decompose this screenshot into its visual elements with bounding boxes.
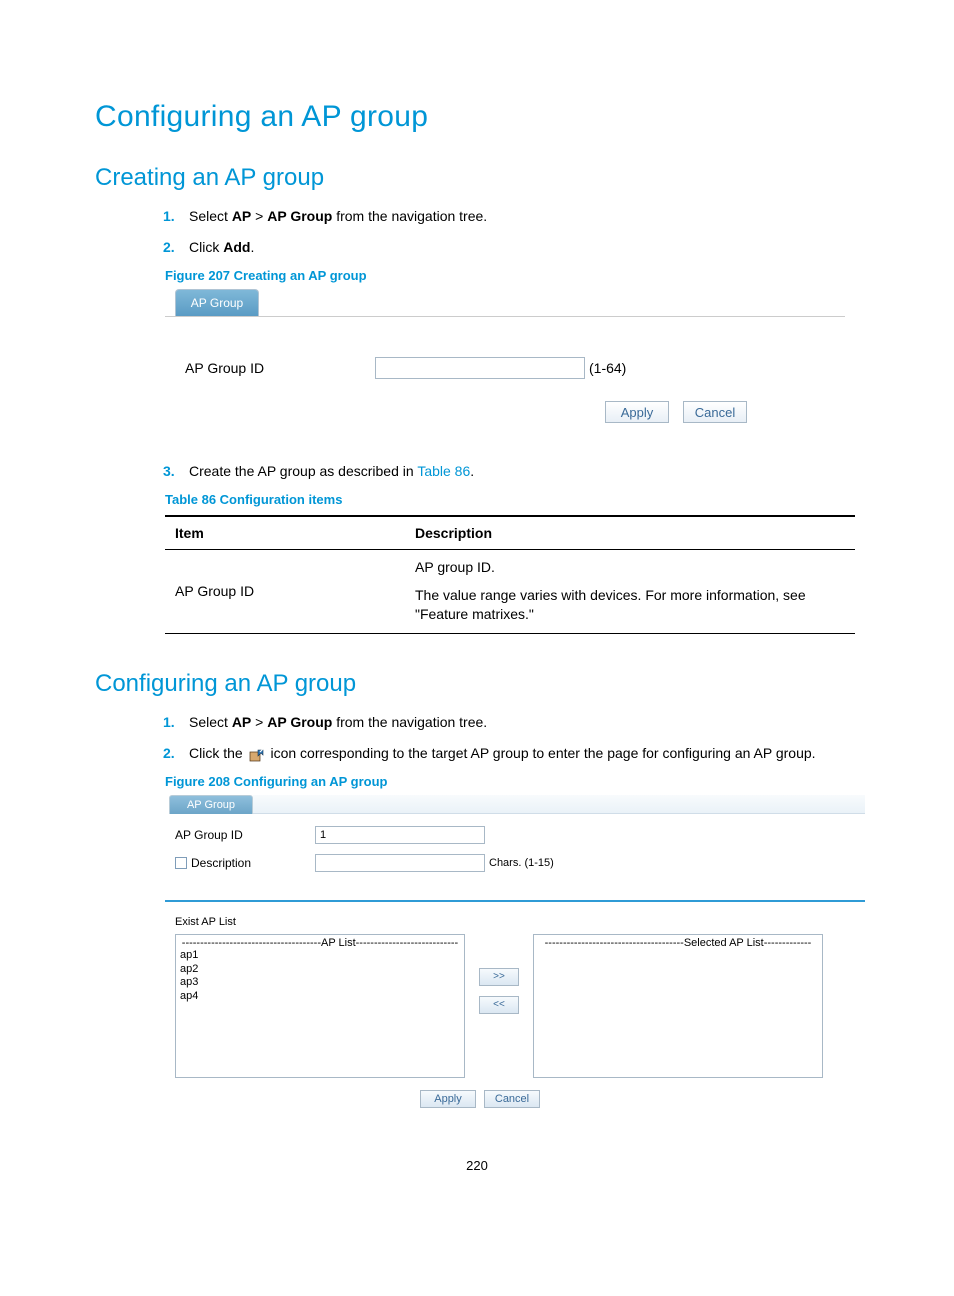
exist-ap-list-label: Exist AP List [175, 916, 865, 928]
table-header-description: Description [405, 516, 855, 550]
list-item[interactable]: ap3 [180, 976, 462, 990]
apply-button[interactable]: Apply [605, 401, 669, 423]
ap-group-id-label-2: AP Group ID [175, 828, 315, 842]
table-86-link[interactable]: Table 86 [417, 463, 470, 479]
figure-caption-208: Figure 208 Configuring an AP group [165, 774, 859, 789]
configure-icon [249, 747, 265, 761]
table-cell-item: AP Group ID [165, 550, 405, 634]
description-label: Description [191, 856, 251, 870]
selected-ap-list-header: --------------------------------------Se… [536, 937, 820, 949]
page-number: 220 [95, 1158, 859, 1173]
description-checkbox[interactable] [175, 857, 187, 869]
ap-group-id-input[interactable] [375, 357, 585, 379]
description-hint: Chars. (1-15) [489, 857, 554, 869]
section-heading-creating: Creating an AP group [95, 164, 859, 192]
ap-list-header: --------------------------------------AP… [178, 937, 462, 949]
ap-group-id-input-2[interactable] [315, 826, 485, 844]
ap-group-id-label: AP Group ID [185, 360, 375, 376]
step-3: Create the AP group as described in Tabl… [189, 461, 859, 482]
figure-caption-207: Figure 207 Creating an AP group [165, 268, 859, 283]
step-1: Select AP > AP Group from the navigation… [189, 206, 859, 227]
table-row: AP Group ID AP group ID. The value range… [165, 550, 855, 634]
list-item[interactable]: ap1 [180, 949, 462, 963]
move-left-button[interactable]: << [479, 996, 519, 1014]
table-caption-86: Table 86 Configuration items [165, 492, 859, 507]
page-title: Configuring an AP group [95, 100, 859, 134]
selected-ap-list-box[interactable]: --------------------------------------Se… [533, 934, 823, 1078]
step-2b: Click the icon corresponding to the targ… [189, 743, 859, 764]
ap-list-box[interactable]: --------------------------------------AP… [175, 934, 465, 1078]
move-right-button[interactable]: >> [479, 968, 519, 986]
ap-group-id-hint: (1-64) [589, 360, 626, 376]
tab-ap-group-2[interactable]: AP Group [169, 795, 253, 814]
table-cell-desc: AP group ID. The value range varies with… [405, 550, 855, 634]
table-header-item: Item [165, 516, 405, 550]
figure-207: AP Group AP Group ID (1-64) Apply Cancel [165, 289, 845, 443]
cancel-button-2[interactable]: Cancel [484, 1090, 540, 1108]
section-heading-configuring: Configuring an AP group [95, 670, 859, 698]
step-2: Click Add. [189, 237, 859, 258]
step-1b: Select AP > AP Group from the navigation… [189, 712, 859, 733]
list-item[interactable]: ap2 [180, 963, 462, 977]
description-input[interactable] [315, 854, 485, 872]
table-86: Item Description AP Group ID AP group ID… [165, 515, 855, 634]
apply-button-2[interactable]: Apply [420, 1090, 476, 1108]
tab-ap-group[interactable]: AP Group [175, 289, 259, 316]
figure-208: AP Group AP Group ID Description Chars. … [165, 795, 865, 1108]
list-item[interactable]: ap4 [180, 990, 462, 1004]
cancel-button[interactable]: Cancel [683, 401, 747, 423]
